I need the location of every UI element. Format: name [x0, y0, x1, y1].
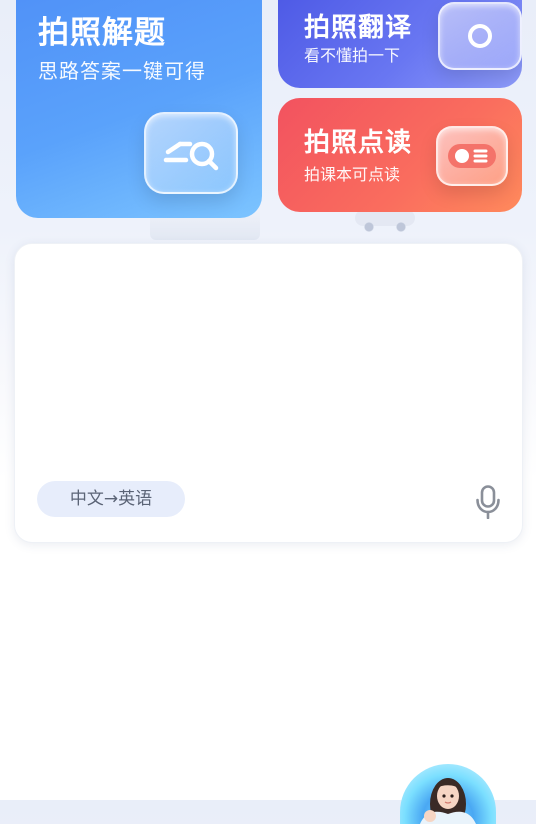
- photo-translate-card[interactable]: 拍照翻译 看不懂拍一下: [278, 0, 522, 88]
- photo-solve-card[interactable]: 拍照解题 思路答案一键可得: [16, 0, 262, 218]
- photo-read-subtitle: 拍课本可点读: [304, 165, 401, 184]
- photo-solve-title: 拍照解题: [38, 15, 166, 51]
- translation-input-panel[interactable]: 中文→英语: [14, 243, 523, 543]
- assistant-avatar[interactable]: [400, 764, 496, 824]
- translation-input-text[interactable]: [37, 264, 500, 454]
- photo-translate-subtitle: 看不懂拍一下: [304, 46, 401, 65]
- photo-read-title: 拍照点读: [304, 128, 413, 158]
- photo-solve-subtitle: 思路答案一键可得: [38, 59, 206, 83]
- photo-read-card[interactable]: 拍照点读 拍课本可点读: [278, 98, 522, 212]
- background-skateboard-decoration: [355, 210, 415, 232]
- camera-icon: [438, 2, 522, 70]
- microphone-icon[interactable]: [475, 485, 501, 520]
- language-pair-selector[interactable]: 中文→英语: [37, 481, 185, 517]
- scan-search-icon: [144, 112, 238, 194]
- photo-translate-title: 拍照翻译: [304, 13, 413, 43]
- read-toggle-icon: [436, 126, 508, 186]
